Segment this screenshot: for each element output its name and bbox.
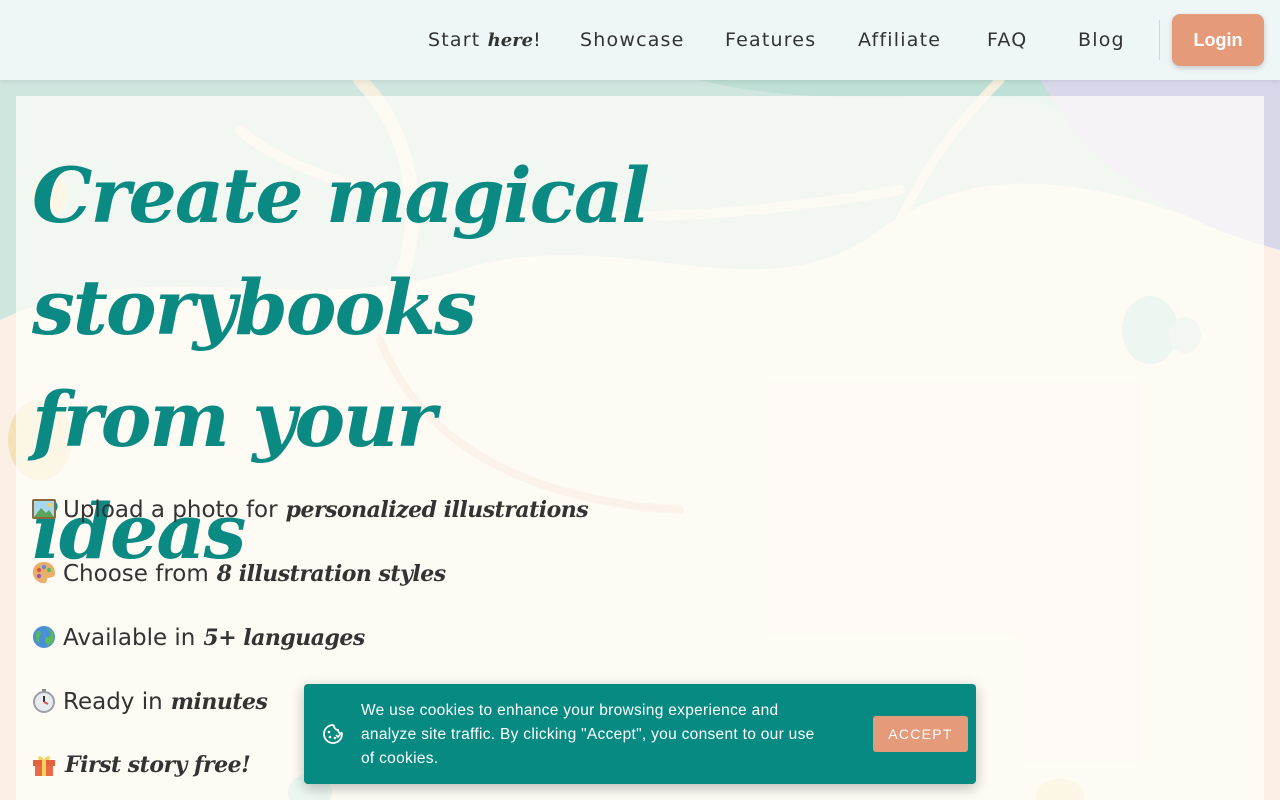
gift-icon [31,751,59,779]
feature-item-styles: Choose from 8 illustration styles [31,554,446,594]
feature-item-photo: Upload a photo for personalized illustra… [31,490,589,530]
nav-link-features[interactable]: Features [725,27,816,53]
feature-emphasis: personalized illustrations [285,497,589,523]
artist-palette-icon [31,560,59,588]
nav-start-emphasis: here [487,30,534,51]
feature-emphasis: 5+ languages [203,625,365,651]
nav-link-showcase[interactable]: Showcase [580,27,685,53]
feature-text: Ready in [63,689,163,715]
cookie-message: We use cookies to enhance your browsing … [361,702,815,767]
nav-link-blog[interactable]: Blog [1078,27,1125,53]
nav-link-faq[interactable]: FAQ [987,27,1027,53]
feature-text: Choose from [63,561,209,587]
cookie-icon [322,723,344,745]
nav-start-suffix: ! [533,29,542,51]
feature-emphasis: 8 illustration styles [216,561,446,587]
accept-cookies-button[interactable]: ACCEPT [873,716,968,752]
nav-divider [1159,20,1160,60]
nav-start-prefix: Start [428,29,488,51]
nav-link-affiliate[interactable]: Affiliate [858,27,941,53]
nav-link-start-here[interactable]: Start here! [428,27,542,53]
feature-item-speed: Ready in minutes [31,682,268,722]
top-navigation-bar: Start here! Showcase Features Affiliate … [0,0,1280,80]
globe-icon [31,624,59,652]
cookie-consent-banner: We use cookies to enhance your browsing … [304,684,976,784]
feature-emphasis: First story free! [65,752,251,778]
feature-item-languages: Available in 5+ languages [31,618,365,658]
login-button[interactable]: Login [1172,14,1264,66]
feature-emphasis: minutes [170,689,268,715]
stopwatch-icon [31,688,59,716]
framed-picture-icon [31,496,59,524]
feature-text: Upload a photo for [63,497,278,523]
feature-text: Available in [63,625,196,651]
feature-item-free: First story free! [31,745,251,785]
